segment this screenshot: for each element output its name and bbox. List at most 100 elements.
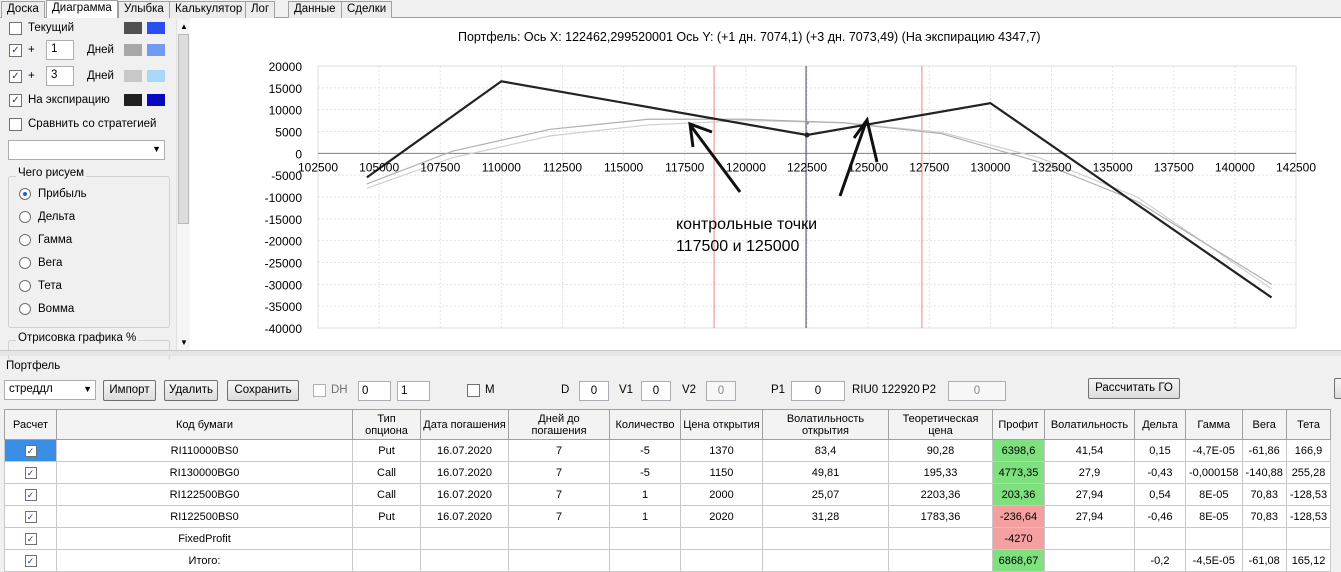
table-cell: 0,15 (1134, 439, 1186, 462)
y-tick-label: -40000 (265, 322, 303, 336)
v1-input[interactable]: 0 (641, 381, 671, 401)
y-tick-label: 0 (295, 147, 302, 161)
row-calc-checkbox[interactable]: ✓ (24, 554, 37, 567)
v2-input[interactable]: 0 (706, 381, 736, 401)
v1-label: V1 (619, 384, 634, 396)
row-calc-checkbox[interactable]: ✓ (24, 466, 37, 479)
num1-stepper[interactable]: 0 (358, 381, 391, 401)
calc-cell[interactable]: ✓ (4, 439, 57, 462)
table-row[interactable]: ✓ RI122500BS0 Put 16.07.2020 7 1 2020 31,28 1783… (4, 505, 1332, 528)
table-cell (1134, 527, 1186, 550)
calc-cell[interactable]: ✓ (4, 549, 57, 572)
table-cell: Call (352, 483, 421, 506)
column-header[interactable]: Количество (609, 409, 681, 440)
annotation-text-line2: 117500 и 125000 (676, 238, 800, 255)
table-cell: 16.07.2020 (420, 483, 509, 506)
calc-cell[interactable]: ✓ (4, 461, 57, 484)
table-cell: RI130000BG0 (56, 461, 353, 484)
column-header[interactable]: Профит (992, 409, 1045, 440)
row-calc-checkbox[interactable]: ✓ (24, 488, 37, 501)
table-cell: 8E-05 (1185, 483, 1243, 506)
x-tick-label: 115000 (604, 160, 643, 174)
y-tick-label: 15000 (269, 82, 303, 96)
table-row[interactable]: ✓ RI130000BG0 Call 16.07.2020 7 -5 1150 49,81 19… (4, 461, 1332, 484)
table-cell: RI110000BS0 (56, 439, 353, 462)
table-row[interactable]: ✓ RI110000BS0 Put 16.07.2020 7 -5 1370 83,4 90,2… (4, 439, 1332, 462)
table-cell: Call (352, 461, 421, 484)
column-header[interactable]: Волатильность (1044, 409, 1135, 440)
table-cell: 90,28 (888, 439, 993, 462)
m-label: M (485, 384, 495, 396)
row-calc-checkbox[interactable]: ✓ (24, 532, 37, 545)
y-tick-label: -5000 (271, 169, 302, 183)
delete-button[interactable]: Удалить (164, 380, 218, 401)
table-cell (762, 549, 889, 572)
import-button[interactable]: Импорт (103, 380, 156, 401)
x-tick-label: 122500 (787, 160, 827, 174)
y-tick-label: -10000 (265, 191, 303, 205)
d-input[interactable]: 0 (579, 381, 609, 401)
column-header[interactable]: Цена открытия (680, 409, 763, 440)
table-cell: -236,64 (992, 505, 1045, 528)
table-cell (352, 549, 421, 572)
column-header[interactable]: Дней до погашения (508, 409, 610, 440)
x-tick-label: 105000 (359, 160, 399, 174)
column-header[interactable]: Вега (1241, 409, 1287, 440)
strategy-select[interactable]: стреддл ▼ (4, 380, 96, 400)
table-cell: Put (352, 439, 421, 462)
row-calc-checkbox[interactable]: ✓ (24, 510, 37, 523)
table-cell: -61,08 (1241, 549, 1287, 572)
calc-cell[interactable]: ✓ (4, 505, 57, 528)
column-header[interactable]: Гамма (1185, 409, 1243, 440)
p1-input[interactable]: 0 (791, 381, 845, 401)
column-header[interactable]: Дельта (1134, 409, 1186, 440)
x-tick-label: 137500 (1154, 160, 1194, 174)
num2-stepper[interactable]: 1 (397, 381, 430, 401)
x-tick-label: 140000 (1215, 160, 1255, 174)
table-cell: 49,81 (762, 461, 889, 484)
table-cell: 27,94 (1044, 505, 1135, 528)
y-tick-label: 20000 (269, 60, 303, 74)
save-button[interactable]: Сохранить (227, 380, 299, 401)
table-cell (352, 527, 421, 550)
x-tick-label: 135000 (1093, 160, 1133, 174)
table-row[interactable]: ✓ FixedProfit -4270 (4, 527, 1332, 550)
table-cell: -128,53 (1285, 505, 1332, 528)
column-header[interactable]: Дата погашения (420, 409, 509, 440)
table-cell: 1150 (680, 461, 763, 484)
table-cell: 8E-05 (1185, 505, 1243, 528)
table-cell (762, 527, 889, 550)
table-cell: 165,12 (1285, 549, 1332, 572)
table-row[interactable]: ✓ Итого: 6868,67 -0,2 -4,5E-05 -61,08 165,12 (4, 549, 1332, 572)
column-header[interactable]: Волатильность открытия (762, 409, 889, 440)
calc-cell[interactable]: ✓ (4, 527, 57, 550)
calc-go-button[interactable]: Рассчитать ГО (1088, 378, 1180, 399)
table-cell (508, 527, 610, 550)
p2-input[interactable]: 0 (948, 381, 1006, 401)
table-cell: 70,83 (1241, 505, 1287, 528)
m-checkbox[interactable] (467, 384, 480, 397)
table-cell: 1 (609, 483, 681, 506)
splitter[interactable] (0, 350, 1341, 356)
table-cell (888, 549, 993, 572)
dh-checkbox[interactable] (313, 384, 326, 397)
column-header[interactable]: Теоретическая цена (888, 409, 993, 440)
row-calc-checkbox[interactable]: ✓ (24, 444, 37, 457)
x-tick-label: 132500 (1031, 160, 1071, 174)
column-header[interactable]: Тета (1285, 409, 1332, 440)
table-cell (1185, 527, 1243, 550)
column-header[interactable]: Расчет (4, 409, 57, 440)
x-tick-label: 112500 (543, 160, 582, 174)
annotation-arrow-left (689, 125, 742, 193)
calc-cell[interactable]: ✓ (4, 483, 57, 506)
extra-button[interactable] (1334, 378, 1341, 399)
table-cell: -61,86 (1241, 439, 1287, 462)
column-header[interactable]: Код бумаги (56, 409, 353, 440)
riu-label: RIU0 122920 (852, 384, 920, 396)
table-cell (420, 527, 509, 550)
x-tick-label: 120000 (726, 160, 766, 174)
table-row[interactable]: ✓ RI122500BG0 Call 16.07.2020 7 1 2000 25,07 220… (4, 483, 1332, 506)
table-cell: 70,83 (1241, 483, 1287, 506)
table-cell: 16.07.2020 (420, 439, 509, 462)
column-header[interactable]: Тип опциона (352, 409, 421, 440)
